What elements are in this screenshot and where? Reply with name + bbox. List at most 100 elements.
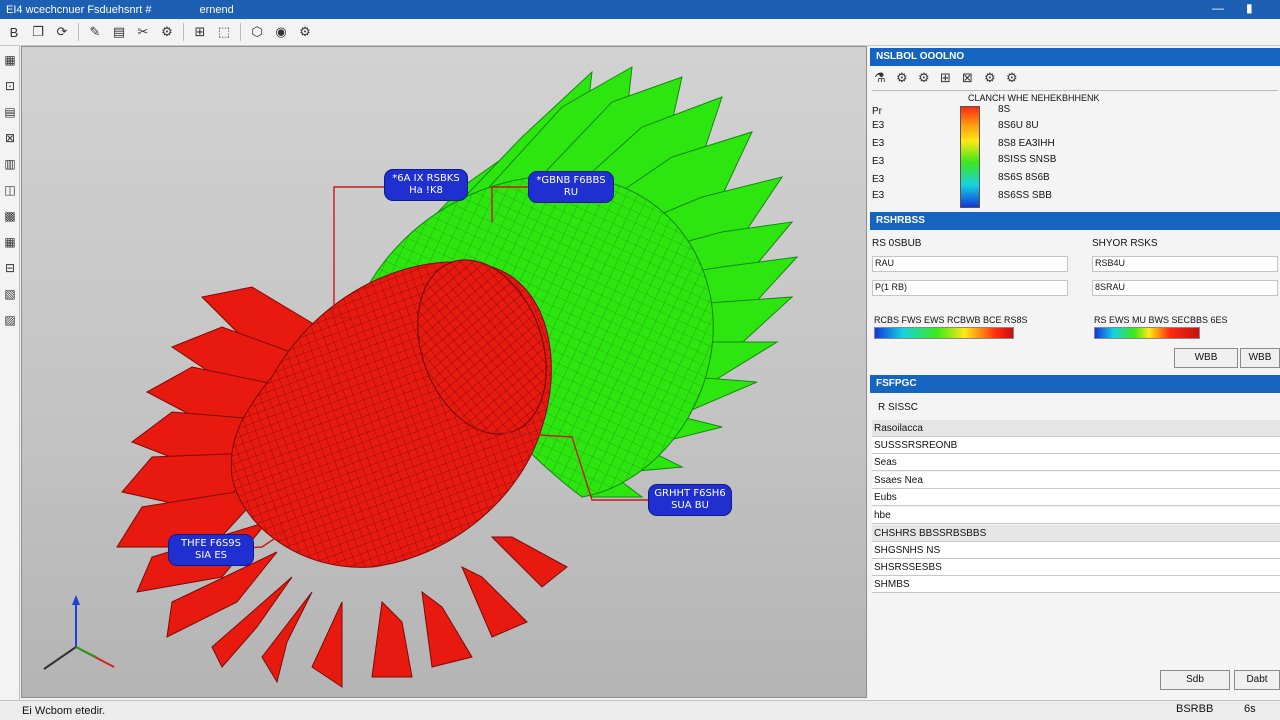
- property-row[interactable]: Ssaes Nea: [872, 472, 1280, 489]
- callout-line: THFE F6S9S: [180, 538, 242, 549]
- legend-row-label: E3: [872, 156, 885, 167]
- legend-row-label: E3: [872, 120, 885, 131]
- bold-icon[interactable]: B: [3, 22, 25, 42]
- legend-header: CLANCH WHE NEHEKBHHENK: [968, 93, 1100, 103]
- settings-icon[interactable]: ⚙: [156, 22, 178, 42]
- grid-icon[interactable]: ⊞: [189, 22, 211, 42]
- edit-icon[interactable]: ✎: [84, 22, 106, 42]
- property-group-row[interactable]: CHSHRS BBSSRBSBBS: [872, 525, 1280, 542]
- callout-line: RU: [563, 187, 579, 198]
- legend-row-label: E3: [872, 190, 885, 201]
- settings-input[interactable]: RAU: [872, 256, 1068, 272]
- settings-left-label: RS 0SBUB: [872, 238, 922, 249]
- property-row[interactable]: SHSRSSESBS: [872, 559, 1280, 576]
- window-title: EI4 wcechcnuer Fsduehsnrt #: [6, 3, 152, 16]
- refresh-icon[interactable]: ⟳: [51, 22, 73, 42]
- maximize-button[interactable]: ▮: [1246, 1, 1253, 15]
- status-text: Ei Wcbom etedir.: [22, 704, 106, 717]
- filter-icon[interactable]: ⚗: [874, 70, 896, 86]
- legend-value: 8S6U 8U: [998, 120, 1039, 131]
- results-header: NSLBOL OOOLNO: [870, 48, 1280, 66]
- tool-2-icon[interactable]: ⊡: [1, 76, 19, 96]
- input-value: RAU: [875, 258, 895, 268]
- callout-label[interactable]: THFE F6S9S SIA ES: [168, 534, 254, 566]
- 3d-viewport[interactable]: *6A IX RSBKS Ha !K8 *GBNB F6BBS RU GRHHT…: [21, 46, 867, 698]
- results-toolbar: ⚗ ⚙ ⚙ ⊞ ⊠ ⚙ ⚙: [874, 70, 1028, 86]
- target-icon[interactable]: ◉: [270, 22, 292, 42]
- callout-label[interactable]: *6A IX RSBKS Ha !K8: [384, 169, 468, 201]
- axis-triad: [43, 595, 115, 670]
- gear-icon[interactable]: ⚙: [984, 70, 1006, 86]
- gradient-slider[interactable]: [874, 327, 1014, 339]
- toolbar-separator: [78, 23, 79, 41]
- minimize-button[interactable]: —: [1212, 1, 1224, 15]
- gradient-slider[interactable]: [1094, 327, 1200, 339]
- property-row[interactable]: hbe: [872, 507, 1280, 524]
- tool-7-icon[interactable]: ▩: [1, 206, 19, 226]
- frame-icon[interactable]: ⊠: [962, 70, 984, 86]
- property-row[interactable]: SHGSNHS NS: [872, 542, 1280, 559]
- frame-icon[interactable]: ⬚: [213, 22, 235, 42]
- settings-header: RSHRBSS: [870, 212, 1280, 230]
- callout-label[interactable]: GRHHT F6SH6 SUA BU: [648, 484, 732, 516]
- legend-value: 8S8 EA3IHH: [998, 138, 1055, 149]
- default-button[interactable]: Dabt: [1234, 670, 1280, 690]
- tool-8-icon[interactable]: ▦: [1, 232, 19, 252]
- gear-icon[interactable]: ⚙: [896, 70, 918, 86]
- status-field: 6s: [1244, 703, 1256, 715]
- gear-icon[interactable]: ⚙: [1006, 70, 1028, 86]
- window-title-suffix: ernend: [199, 3, 234, 16]
- tool-1-icon[interactable]: ▦: [1, 50, 19, 70]
- gear-icon[interactable]: ⚙: [918, 70, 940, 86]
- legend-value: 8S: [998, 104, 1011, 115]
- callout-line: SUA BU: [671, 500, 709, 511]
- tool-3-icon[interactable]: ▤: [1, 102, 19, 122]
- property-row[interactable]: SUSSSRSREONB: [872, 437, 1280, 454]
- callout-label[interactable]: *GBNB F6BBS RU: [528, 171, 614, 203]
- settings-right-label: SHYOR RSKS: [1092, 238, 1158, 249]
- properties-header: FSFPGC: [870, 375, 1280, 393]
- legend-row-label: E3: [872, 138, 885, 149]
- status-field: BSRBB: [1176, 703, 1214, 715]
- legend-row-label: E3: [872, 174, 885, 185]
- legend-row-label: Pr: [872, 106, 882, 117]
- callout-line: SIA ES: [195, 550, 227, 561]
- legend-value: 8S6SS SBB: [998, 190, 1052, 201]
- gear-icon[interactable]: ⚙: [294, 22, 316, 42]
- settings-input[interactable]: 8SRAU: [1092, 280, 1278, 296]
- turbine-model: [43, 66, 799, 688]
- properties-subtitle: R SISSC: [878, 402, 919, 413]
- list-icon[interactable]: ▤: [108, 22, 130, 42]
- property-group-row[interactable]: Rasoilacca: [872, 420, 1280, 437]
- input-value: P(1 RB): [875, 282, 908, 292]
- callout-line: *6A IX RSBKS: [392, 173, 460, 184]
- tool-6-icon[interactable]: ◫: [1, 180, 19, 200]
- cut-icon[interactable]: ✂: [132, 22, 154, 42]
- grid-icon[interactable]: ⊞: [940, 70, 962, 86]
- tool-9-icon[interactable]: ⊟: [1, 258, 19, 278]
- tool-11-icon[interactable]: ▨: [1, 310, 19, 330]
- copy-icon[interactable]: ❐: [27, 22, 49, 42]
- gradient-label: RCBS FWS EWS RCBWB BCE RS8S: [874, 315, 1028, 325]
- apply-button[interactable]: WBB: [1240, 348, 1280, 368]
- ok-button[interactable]: WBB: [1174, 348, 1238, 368]
- property-row[interactable]: Seas: [872, 454, 1280, 471]
- property-row[interactable]: SHMBS: [872, 576, 1280, 593]
- save-button[interactable]: Sdb: [1160, 670, 1230, 690]
- callout-line: Ha !K8: [409, 185, 443, 196]
- input-value: RSB4U: [1095, 258, 1126, 268]
- tool-5-icon[interactable]: ▥: [1, 154, 19, 174]
- title-bar: EI4 wcechcnuer Fsduehsnrt # ernend — ▮: [0, 0, 1280, 19]
- input-value: 8SRAU: [1095, 282, 1126, 292]
- mesh-icon[interactable]: ⬡: [246, 22, 268, 42]
- tool-10-icon[interactable]: ▧: [1, 284, 19, 304]
- color-legend-bar: [960, 106, 980, 208]
- tool-4-icon[interactable]: ⊠: [1, 128, 19, 148]
- settings-input[interactable]: P(1 RB): [872, 280, 1068, 296]
- property-row[interactable]: Eubs: [872, 489, 1280, 506]
- settings-input[interactable]: RSB4U: [1092, 256, 1278, 272]
- gradient-label: RS EWS MU BWS SECBBS 6ES: [1094, 315, 1228, 325]
- toolbar-separator: [183, 23, 184, 41]
- legend-value: 8SISS SNSB: [998, 154, 1057, 165]
- callout-line: *GBNB F6BBS: [536, 175, 606, 186]
